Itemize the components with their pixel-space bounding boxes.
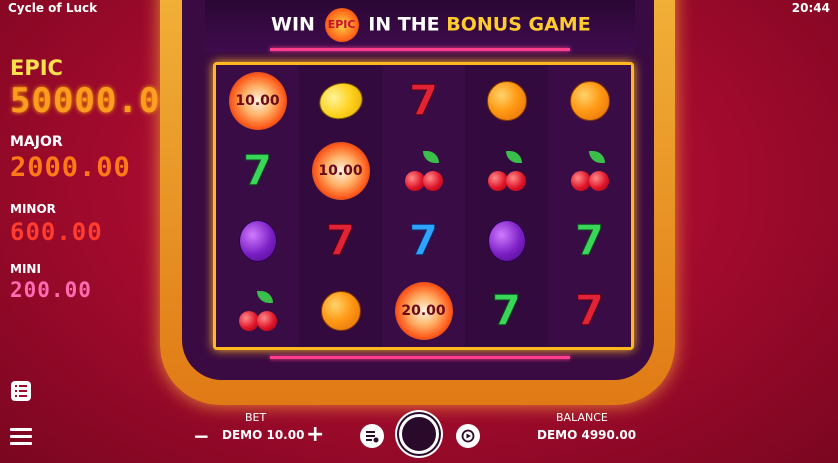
reel-cell: 7 — [548, 206, 631, 276]
jackpot-major-label: MAJOR — [10, 134, 63, 150]
reel-cell: 10.00 — [216, 66, 299, 136]
bet-value: DEMO 10.00 — [222, 428, 305, 442]
reel-cell: 7 — [299, 206, 382, 276]
banner-divider — [270, 48, 570, 51]
autoplay-button[interactable] — [456, 424, 480, 448]
orange-icon — [320, 291, 361, 331]
auto-settings-button[interactable] — [360, 424, 384, 448]
reel-cell — [216, 206, 299, 276]
reel-cell — [465, 206, 548, 276]
orange-icon — [569, 81, 610, 121]
banner-win-text: WIN — [271, 13, 315, 36]
balance-label: BALANCE — [556, 411, 608, 424]
reel-cell: 7 — [465, 276, 548, 346]
reel-cell: 7 — [548, 276, 631, 346]
paytable-icon[interactable] — [10, 380, 32, 401]
seven-green-symbol: 7 — [574, 216, 605, 265]
reel-cell — [548, 66, 631, 136]
cherry-icon — [484, 149, 530, 193]
seven-green-symbol: 7 — [491, 286, 522, 335]
bonus-banner: WIN EPIC IN THE BONUS GAME — [205, 0, 635, 52]
epic-badge: EPIC — [324, 8, 359, 42]
reel-cell: 7 — [382, 66, 465, 136]
reel-cell: 10.00 — [299, 136, 382, 206]
clock: 20:44 — [791, 1, 830, 15]
cherry-icon — [401, 149, 447, 193]
banner-in-the-text: IN THE — [368, 13, 440, 36]
jackpot-epic-label: EPIC — [10, 56, 63, 80]
reel-cell — [216, 276, 299, 346]
jackpot-major-value: 2000.00 — [10, 152, 131, 183]
reel-cell: 7 — [382, 206, 465, 276]
reel-bottom-divider — [270, 356, 570, 359]
reel-cell — [465, 66, 548, 136]
reel-cell: 20.00 — [382, 276, 465, 346]
plum-icon — [487, 220, 526, 262]
seven-red-symbol: 7 — [408, 76, 439, 125]
cherry-icon — [235, 289, 281, 333]
reel-cell — [299, 276, 382, 346]
plum-icon — [238, 220, 277, 262]
reel-frame: 10.00 7 7 10.00 7 7 7 20.00 7 7 — [213, 62, 634, 350]
increase-bet-button[interactable]: + — [306, 422, 324, 447]
decrease-bet-button[interactable]: − — [193, 424, 210, 448]
spin-icon — [399, 414, 439, 454]
banner-bonus-game-text: BONUS GAME — [446, 13, 591, 36]
reel-grid: 10.00 7 7 10.00 7 7 7 20.00 7 7 — [216, 65, 631, 347]
reel-cell — [382, 136, 465, 206]
seven-blue-symbol: 7 — [408, 216, 439, 265]
bet-label: BET — [245, 411, 267, 424]
jackpot-mini-value: 200.00 — [10, 278, 92, 302]
settings-list-icon — [366, 431, 379, 443]
reel-cell: 7 — [216, 136, 299, 206]
coin-symbol: 10.00 — [311, 142, 370, 200]
spin-button[interactable] — [395, 410, 443, 458]
jackpot-minor-label: MINOR — [10, 202, 56, 216]
seven-green-symbol: 7 — [242, 146, 273, 195]
orange-icon — [486, 81, 527, 121]
banner-text: WIN EPIC IN THE BONUS GAME — [271, 8, 591, 42]
app-title: Cycle of Luck — [8, 1, 98, 15]
cherry-icon — [567, 149, 613, 193]
lemon-icon — [314, 77, 367, 125]
seven-red-symbol: 7 — [574, 286, 605, 335]
reel-cell — [465, 136, 548, 206]
coin-symbol: 20.00 — [394, 282, 453, 340]
reel-cell — [548, 136, 631, 206]
jackpot-minor-value: 600.00 — [10, 218, 103, 246]
jackpot-epic-value: 50000.00 — [10, 81, 182, 121]
reel-cell — [299, 66, 382, 136]
seven-red-symbol: 7 — [325, 216, 356, 265]
coin-symbol: 10.00 — [228, 72, 287, 130]
jackpot-mini-label: MINI — [10, 262, 41, 276]
balance-value: DEMO 4990.00 — [537, 428, 637, 442]
autoplay-icon — [461, 429, 475, 443]
